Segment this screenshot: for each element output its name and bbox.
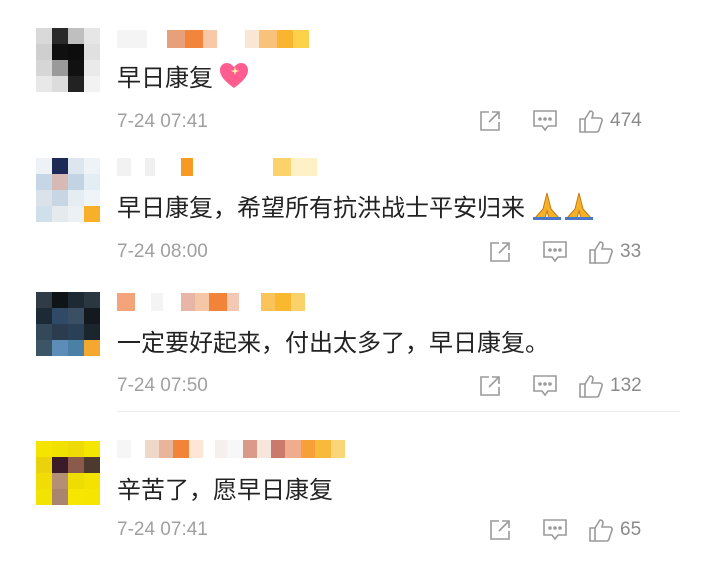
like-button[interactable]: 132 [578, 373, 642, 399]
thumbs-up-icon[interactable] [588, 517, 614, 543]
thumbs-up-icon[interactable] [578, 373, 604, 399]
action-bar: 132 [478, 373, 642, 399]
comment-icon[interactable] [542, 240, 568, 264]
comment-text: 早日康复 [117, 64, 213, 92]
like-count: 474 [610, 110, 642, 131]
username[interactable] [117, 440, 345, 458]
like-button[interactable]: 474 [578, 108, 642, 134]
like-count: 132 [610, 375, 642, 396]
thumbs-up-icon[interactable] [578, 108, 604, 134]
action-bar: 474 [478, 108, 642, 134]
timestamp: 7-24 07:41 [117, 519, 208, 540]
like-button[interactable]: 33 [588, 239, 641, 265]
comment-icon[interactable] [542, 518, 568, 542]
like-count: 33 [620, 241, 642, 262]
comment-text: 一定要好起来，付出太多了，早日康复。 [117, 329, 549, 357]
action-bar: 65 [488, 517, 641, 543]
thumbs-up-icon[interactable] [588, 239, 614, 265]
timestamp: 7-24 07:41 [117, 111, 208, 132]
comment-text-row: 辛苦了，愿早日康复 [117, 470, 333, 505]
avatar[interactable] [36, 158, 100, 222]
comment-text: 辛苦了，愿早日康复 [117, 476, 333, 504]
share-icon[interactable] [478, 109, 502, 133]
heart-emoji [219, 62, 249, 96]
pray-emoji [531, 191, 595, 227]
avatar[interactable] [36, 292, 100, 356]
timestamp: 7-24 08:00 [117, 241, 208, 262]
avatar[interactable] [36, 441, 100, 505]
divider [117, 411, 680, 412]
like-button[interactable]: 65 [588, 517, 641, 543]
timestamp: 7-24 07:50 [117, 375, 208, 396]
username[interactable] [117, 158, 317, 176]
action-bar: 33 [488, 239, 641, 265]
comment-icon[interactable] [532, 109, 558, 133]
comment-text-row: 早日康复，希望所有抗洪战士平安归来 [117, 188, 595, 227]
comment-text-row: 早日康复 [117, 58, 249, 96]
comment-text: 早日康复，希望所有抗洪战士平安归来 [117, 194, 525, 222]
share-icon[interactable] [488, 518, 512, 542]
share-icon[interactable] [478, 374, 502, 398]
comment-text-row: 一定要好起来，付出太多了，早日康复。 [117, 323, 549, 358]
share-icon[interactable] [488, 240, 512, 264]
username[interactable] [117, 30, 309, 48]
like-count: 65 [620, 519, 642, 540]
comment-icon[interactable] [532, 374, 558, 398]
username[interactable] [117, 293, 305, 311]
avatar[interactable] [36, 28, 100, 92]
